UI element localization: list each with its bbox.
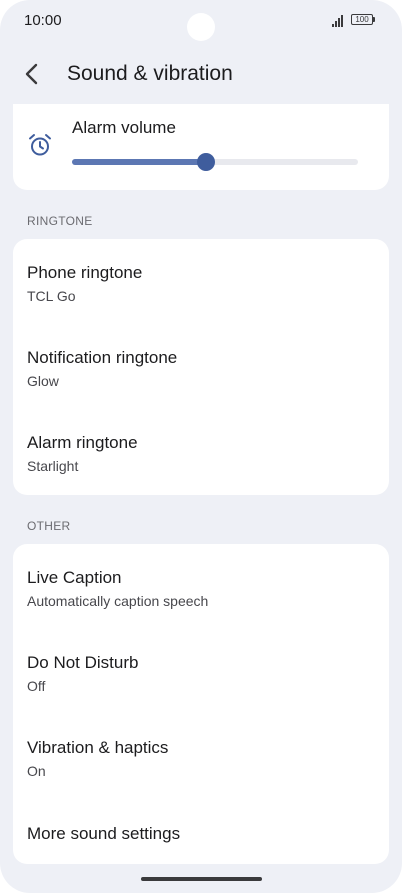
- row-subtitle: Glow: [27, 373, 59, 389]
- page-title: Sound & vibration: [67, 62, 233, 85]
- row-title: Notification ringtone: [27, 348, 178, 367]
- alarm-clock-icon: [29, 134, 51, 156]
- do-not-disturb-row[interactable]: Do Not Disturb Off: [13, 629, 389, 714]
- phone-ringtone-row[interactable]: Phone ringtone TCL Go: [13, 239, 389, 324]
- notification-ringtone-row[interactable]: Notification ringtone Glow: [13, 324, 389, 409]
- slider-thumb[interactable]: [197, 153, 216, 171]
- row-subtitle: Starlight: [27, 458, 79, 474]
- status-bar: 10:00 100: [0, 0, 402, 44]
- camera-cutout: [187, 13, 215, 41]
- alarm-ringtone-row[interactable]: Alarm ringtone Starlight: [13, 409, 389, 494]
- alarm-volume-slider[interactable]: [72, 153, 358, 171]
- other-section-header: OTHER: [27, 519, 71, 533]
- row-title: Alarm ringtone: [27, 433, 138, 452]
- row-title: Live Caption: [27, 568, 122, 587]
- alarm-volume-label: Alarm volume: [72, 118, 176, 137]
- signal-icon: [332, 15, 346, 27]
- slider-fill: [72, 159, 207, 165]
- row-title: Phone ringtone: [27, 263, 143, 282]
- other-card: Live Caption Automatically caption speec…: [13, 544, 389, 864]
- vibration-haptics-row[interactable]: Vibration & haptics On: [13, 714, 389, 799]
- live-caption-row[interactable]: Live Caption Automatically caption speec…: [13, 544, 389, 629]
- row-title: Do Not Disturb: [27, 653, 139, 672]
- ringtone-card: Phone ringtone TCL Go Notification ringt…: [13, 239, 389, 495]
- row-title: Vibration & haptics: [27, 738, 169, 757]
- row-subtitle: TCL Go: [27, 288, 76, 304]
- status-time: 10:00: [24, 12, 62, 29]
- row-title: More sound settings: [27, 824, 181, 843]
- alarm-volume-card: Alarm volume: [13, 104, 389, 190]
- back-arrow-icon[interactable]: [20, 60, 44, 88]
- app-header: Sound & vibration: [0, 52, 402, 96]
- row-subtitle: Off: [27, 678, 46, 694]
- gesture-nav-bar[interactable]: [141, 877, 262, 881]
- ringtone-section-header: RINGTONE: [27, 214, 93, 228]
- battery-tip: [373, 17, 375, 22]
- battery-icon: 100: [351, 14, 373, 25]
- phone-screen: 10:00 100 Sound & vibration Alarm volume: [0, 0, 402, 893]
- row-subtitle: Automatically caption speech: [27, 593, 209, 609]
- row-subtitle: On: [27, 763, 46, 779]
- more-sound-settings-row[interactable]: More sound settings: [13, 799, 389, 864]
